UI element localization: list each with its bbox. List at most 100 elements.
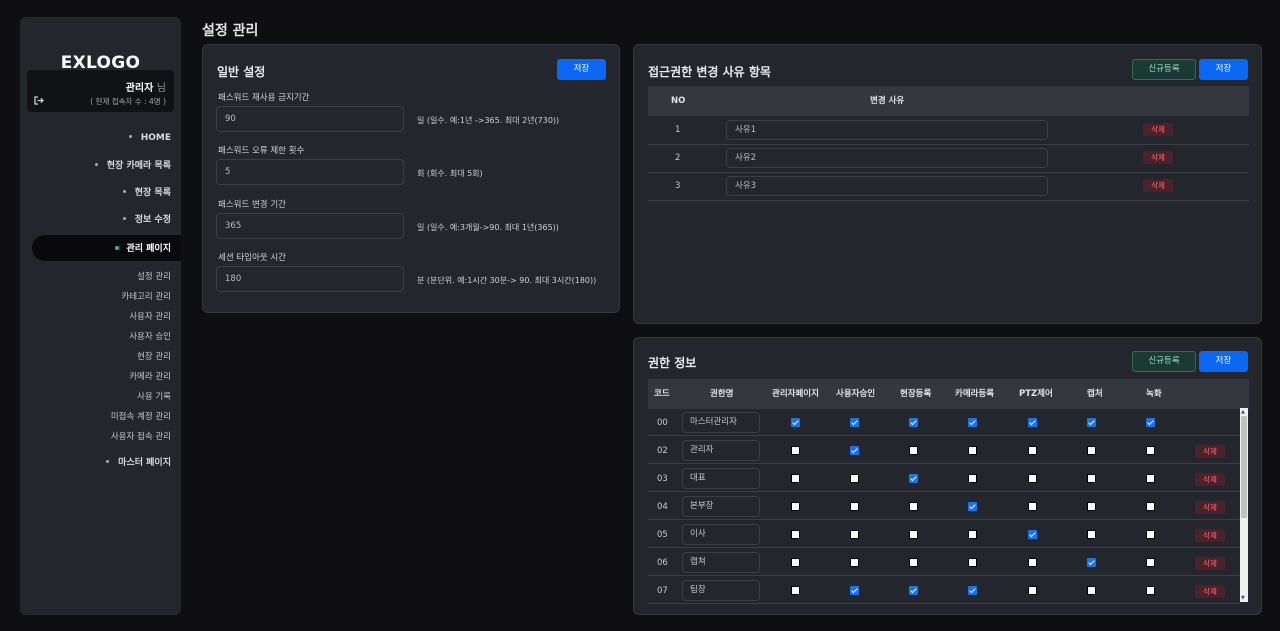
reasons-new-button[interactable]: 신규등록 — [1132, 59, 1196, 80]
permission-checkbox[interactable] — [791, 558, 800, 567]
permission-checkbox[interactable] — [909, 474, 918, 483]
sub-item-user-access[interactable]: 사용자 접속 관리 — [111, 430, 171, 442]
permission-checkbox[interactable] — [1028, 446, 1037, 455]
password-error-limit-input[interactable]: 5 — [216, 159, 404, 185]
permission-checkbox[interactable] — [1146, 418, 1155, 427]
sub-item-users[interactable]: 사용자 관리 — [129, 310, 171, 322]
logout-icon[interactable] — [34, 96, 44, 105]
permission-checkbox[interactable] — [850, 446, 859, 455]
permission-checkbox[interactable] — [850, 530, 859, 539]
permission-checkbox[interactable] — [1028, 558, 1037, 567]
sub-item-cameras[interactable]: 카메라 관리 — [129, 370, 171, 382]
permission-checkbox[interactable] — [1087, 418, 1096, 427]
role-name-input[interactable]: 팀장 — [682, 580, 760, 601]
permission-checkbox[interactable] — [850, 558, 859, 567]
row-no: 2 — [675, 153, 681, 163]
permissions-save-button[interactable]: 저장 — [1199, 351, 1248, 372]
permission-checkbox[interactable] — [1028, 530, 1037, 539]
password-reuse-input[interactable]: 90 — [216, 106, 404, 132]
permissions-new-button[interactable]: 신규등록 — [1132, 351, 1196, 372]
permission-checkbox[interactable] — [1028, 502, 1037, 511]
permission-checkbox[interactable] — [968, 474, 977, 483]
nav-item-home[interactable]: HOME — [128, 131, 171, 145]
permission-checkbox[interactable] — [1087, 530, 1096, 539]
permission-checkbox[interactable] — [1146, 530, 1155, 539]
permission-checkbox[interactable] — [850, 474, 859, 483]
scrollbar[interactable]: ▲ ▼ — [1240, 408, 1248, 602]
nav-item-site-cameras[interactable]: 현장 카메라 목록 — [94, 159, 171, 173]
permission-checkbox[interactable] — [968, 558, 977, 567]
permission-checkbox[interactable] — [909, 558, 918, 567]
nav-item-admin-active[interactable]: 관리 페이지 — [32, 235, 181, 261]
permission-checkbox[interactable] — [909, 530, 918, 539]
general-save-button[interactable]: 저장 — [557, 59, 606, 80]
permission-checkbox[interactable] — [1146, 474, 1155, 483]
delete-button[interactable]: 삭제 — [1195, 501, 1225, 514]
permission-checkbox[interactable] — [1087, 474, 1096, 483]
row-divider — [648, 491, 1240, 492]
delete-button[interactable]: 삭제 — [1195, 529, 1225, 542]
permission-checkbox[interactable] — [791, 418, 800, 427]
permission-checkbox[interactable] — [850, 502, 859, 511]
permission-checkbox[interactable] — [968, 418, 977, 427]
reasons-title: 접근권한 변경 사유 항목 — [648, 65, 771, 79]
scroll-thumb[interactable] — [1241, 416, 1247, 518]
delete-button[interactable]: 삭제 — [1195, 473, 1225, 486]
permission-checkbox[interactable] — [909, 586, 918, 595]
permission-checkbox[interactable] — [1087, 502, 1096, 511]
permission-checkbox[interactable] — [1087, 558, 1096, 567]
delete-button[interactable]: 삭제 — [1195, 445, 1225, 458]
permission-checkbox[interactable] — [850, 418, 859, 427]
delete-button[interactable]: 삭제 — [1195, 585, 1225, 598]
role-name-input[interactable]: 이사 — [682, 524, 760, 545]
permission-checkbox[interactable] — [1146, 502, 1155, 511]
reasons-save-button[interactable]: 저장 — [1199, 59, 1248, 80]
permission-checkbox[interactable] — [968, 446, 977, 455]
permission-checkbox[interactable] — [791, 502, 800, 511]
nav-item-master[interactable]: 마스터 페이지 — [106, 456, 171, 470]
permission-checkbox[interactable] — [1146, 558, 1155, 567]
permission-checkbox[interactable] — [791, 446, 800, 455]
permission-checkbox[interactable] — [791, 474, 800, 483]
permission-checkbox[interactable] — [1087, 586, 1096, 595]
role-name-input[interactable]: 캡쳐 — [682, 552, 760, 573]
password-change-period-input[interactable]: 365 — [216, 213, 404, 239]
sub-item-user-approval[interactable]: 사용자 승인 — [129, 330, 171, 342]
permission-checkbox[interactable] — [1087, 446, 1096, 455]
nav-item-edit-info[interactable]: 정보 수정 — [122, 213, 171, 227]
delete-button[interactable]: 삭제 — [1143, 179, 1173, 192]
scroll-down-icon[interactable]: ▼ — [1241, 595, 1245, 601]
permission-checkbox[interactable] — [791, 530, 800, 539]
permission-checkbox[interactable] — [909, 502, 918, 511]
sub-item-sites[interactable]: 현장 관리 — [137, 350, 171, 362]
role-name-input[interactable]: 관리자 — [682, 440, 760, 461]
permission-checkbox[interactable] — [1028, 586, 1037, 595]
reason-input[interactable]: 사유1 — [726, 120, 1048, 140]
permission-checkbox[interactable] — [909, 418, 918, 427]
permission-checkbox[interactable] — [1028, 418, 1037, 427]
sub-item-settings[interactable]: 설정 관리 — [137, 270, 171, 282]
permission-checkbox[interactable] — [850, 586, 859, 595]
session-timeout-input[interactable]: 180 — [216, 266, 404, 292]
reason-input[interactable]: 사유3 — [726, 176, 1048, 196]
sub-item-usage-log[interactable]: 사용 기록 — [137, 390, 171, 402]
scroll-up-icon[interactable]: ▲ — [1241, 409, 1245, 415]
nav-item-sites[interactable]: 현장 목록 — [122, 186, 171, 200]
permission-checkbox[interactable] — [909, 446, 918, 455]
permission-checkbox[interactable] — [1028, 474, 1037, 483]
role-name-input[interactable]: 본부장 — [682, 496, 760, 517]
delete-button[interactable]: 삭제 — [1143, 151, 1173, 164]
delete-button[interactable]: 삭제 — [1143, 123, 1173, 136]
permission-checkbox[interactable] — [1146, 586, 1155, 595]
delete-button[interactable]: 삭제 — [1195, 557, 1225, 570]
reason-input[interactable]: 사유2 — [726, 148, 1048, 168]
role-name-input[interactable]: 마스터관리자 — [682, 412, 760, 433]
sub-item-inactive-accounts[interactable]: 미접속 계정 관리 — [111, 410, 171, 422]
permission-checkbox[interactable] — [1146, 446, 1155, 455]
role-name-input[interactable]: 대표 — [682, 468, 760, 489]
permission-checkbox[interactable] — [968, 530, 977, 539]
permission-checkbox[interactable] — [791, 586, 800, 595]
sub-item-category[interactable]: 카테고리 관리 — [121, 290, 171, 302]
permission-checkbox[interactable] — [968, 586, 977, 595]
permission-checkbox[interactable] — [968, 502, 977, 511]
